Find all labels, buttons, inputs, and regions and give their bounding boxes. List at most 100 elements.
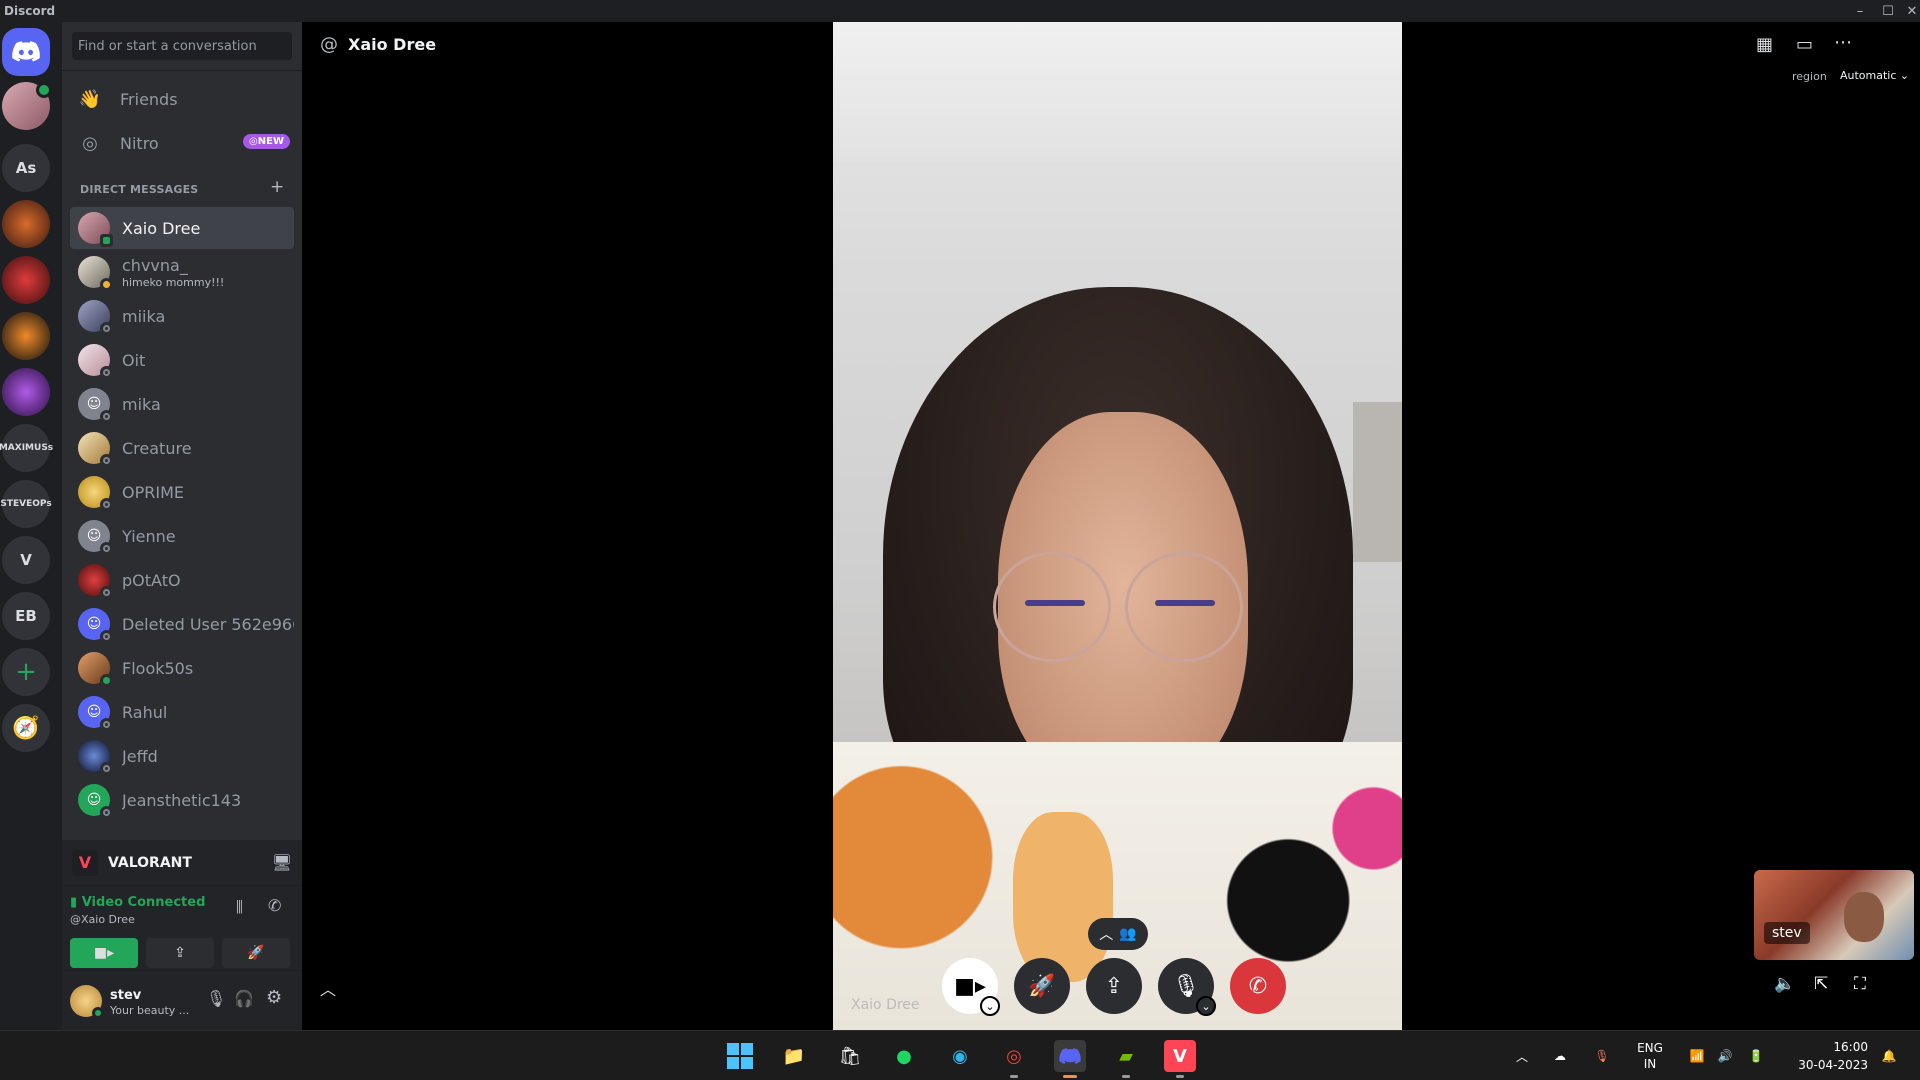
file-explorer-icon[interactable]: 📁 (778, 1040, 810, 1072)
nitro-icon: ◎ (82, 132, 98, 154)
friends-link[interactable]: 👋 Friends (70, 79, 294, 119)
mute-call-button[interactable]: 🎙 ⌄ (1158, 958, 1216, 1016)
mic-options-chevron[interactable]: ⌄ (1196, 996, 1216, 1016)
dm-item-flook50s[interactable]: Flook50s (70, 647, 294, 689)
camera-options-chevron[interactable]: ⌄ (980, 996, 1000, 1016)
close-window-button[interactable]: ✕ (1898, 0, 1920, 22)
grid-view-button[interactable]: ▦ (1756, 34, 1773, 55)
start-button[interactable] (724, 1040, 756, 1072)
add-server-button[interactable]: + (2, 648, 50, 696)
clock[interactable]: 16:00 30-04-2023 (1778, 1031, 1868, 1080)
screen-share-icon: ⇪ (174, 945, 186, 961)
fullscreen-button[interactable]: ⛶ (1854, 974, 1866, 994)
dm-item-potato[interactable]: pOtAtO (70, 559, 294, 601)
game-activity-panel: V VALORANT 🖥 (62, 840, 302, 886)
server-as[interactable]: As (2, 144, 50, 192)
gear-icon: ⚙ (266, 987, 283, 1008)
chrome-icon[interactable]: ◎ (998, 1040, 1030, 1072)
mute-button[interactable]: 🎙 (206, 989, 226, 1008)
friends-icon: 👋 (78, 88, 102, 110)
activities-call-button[interactable]: 🚀 (1014, 958, 1070, 1014)
avatar: ☺ (78, 520, 113, 555)
hang-up-icon: ✆ (1248, 973, 1268, 999)
toggle-camera-button[interactable]: ■▸ (70, 938, 138, 968)
voice-connection-panel: ▮ Video Connected @Xaio Dree ⫼ ✆ ■▸ ⇪ 🚀 (62, 886, 302, 970)
activities-button[interactable]: 🚀 (222, 938, 290, 968)
server-purple[interactable] (2, 368, 50, 416)
volume-tray-icon[interactable]: 🔊 (1714, 1031, 1736, 1080)
dm-item-chvvna[interactable]: chvvna_ himeko mommy!!! (70, 251, 294, 293)
region-select[interactable]: Automatic ⌄ (1840, 69, 1909, 82)
expand-chat-button[interactable]: ︿ (320, 976, 336, 1000)
nitro-link[interactable]: ◎ Nitro ◎NEW (70, 123, 294, 163)
stream-game-button[interactable]: 🖥 (272, 853, 292, 872)
connection-status: ▮ Video Connected (70, 895, 206, 910)
dm-item-jeansthetic143[interactable]: ☺ Jeansthetic143 (70, 779, 294, 821)
noise-suppression-button[interactable]: ⫼ (236, 898, 243, 916)
screen-share-icon: ⇪ (1104, 973, 1124, 999)
nvidia-icon[interactable]: ▰ (1110, 1040, 1142, 1072)
popout-button[interactable]: ⇱ (1814, 974, 1828, 994)
share-screen-button[interactable]: ⇪ (146, 938, 214, 968)
battery-icon[interactable]: 🔋 (1744, 1031, 1768, 1080)
notification-icon[interactable]: 🔔 (1874, 1031, 1904, 1080)
call-header: @ Xaio Dree (320, 34, 436, 55)
edge-icon[interactable]: ◉ (944, 1040, 976, 1072)
dm-item-jeffd[interactable]: Jeffd (70, 735, 294, 777)
leave-call-button[interactable]: ✆ (1230, 958, 1286, 1014)
dm-item-yienne[interactable]: ☺ Yienne (70, 515, 294, 557)
connection-target: @Xaio Dree (70, 913, 135, 926)
microphone-in-use-icon[interactable]: 🎙 (1590, 1031, 1614, 1080)
server-flame[interactable] (2, 312, 50, 360)
user-panel: stev Your beauty ... 🎙 🎧 ⚙ (62, 970, 302, 1030)
language-indicator[interactable]: ENG IN (1630, 1031, 1670, 1080)
spotify-icon[interactable]: ● (888, 1040, 920, 1072)
deafen-button[interactable]: 🎧 (234, 989, 254, 1008)
server-eb[interactable]: EB (2, 592, 50, 640)
dm-item-deleted-user[interactable]: ☺ Deleted User 562e966c (70, 603, 294, 645)
show-hidden-icons-button[interactable]: ︿ (1512, 1031, 1532, 1080)
discord-taskbar-icon[interactable] (1054, 1040, 1086, 1072)
server-v[interactable]: V (2, 536, 50, 584)
dm-item-mika[interactable]: ☺ mika (70, 383, 294, 425)
dm-item-creature[interactable]: Creature (70, 427, 294, 469)
store-icon[interactable]: 🛍 (834, 1040, 866, 1072)
dm-item-miika[interactable]: miika (70, 295, 294, 337)
valorant-taskbar-icon[interactable]: V (1164, 1040, 1196, 1072)
fullscreen-icon: ⛶ (1854, 974, 1866, 994)
create-dm-button[interactable]: + (270, 177, 284, 197)
discord-default-avatar-icon: ☺ (86, 792, 102, 808)
camera-toggle-button[interactable]: ■▸ ⌄ (942, 958, 1000, 1016)
remote-video-tile[interactable]: Xaio Dree (833, 22, 1402, 1030)
dm-avatar-quick[interactable] (2, 82, 52, 130)
explore-servers-button[interactable]: 🧭 (2, 704, 50, 752)
headphones-icon: 🎧 (234, 989, 254, 1008)
onedrive-icon[interactable]: ☁ (1548, 1031, 1572, 1080)
dm-item-rahul[interactable]: ☺ Rahul (70, 691, 294, 733)
server-rog[interactable] (2, 256, 50, 304)
dm-item-oprime[interactable]: OPRIME (70, 471, 294, 513)
volume-button[interactable]: 🔈 (1774, 974, 1795, 994)
disconnect-button[interactable]: ✆ (268, 896, 281, 915)
avatar (78, 476, 113, 511)
dm-item-xaio-dree[interactable]: Xaio Dree (70, 207, 294, 249)
popout-view-button[interactable]: ▭ (1796, 34, 1813, 55)
avatar (78, 740, 113, 775)
avatar[interactable] (70, 985, 104, 1019)
wifi-icon[interactable]: 📶 (1686, 1031, 1708, 1080)
home-button[interactable] (2, 28, 50, 76)
self-video-tile[interactable]: stev (1754, 870, 1914, 960)
avatar (78, 652, 113, 687)
server-steveops[interactable]: STEVEOPs (0, 480, 52, 528)
server-hardcore[interactable] (2, 200, 50, 248)
minimize-button[interactable]: – (1846, 0, 1874, 22)
microphone-icon: 🎙 (206, 989, 227, 1008)
settings-button[interactable]: ⚙ (266, 987, 282, 1008)
dm-item-oit[interactable]: Oit (70, 339, 294, 381)
rocket-icon: 🚀 (247, 945, 265, 961)
conversation-search[interactable]: Find or start a conversation (72, 32, 292, 60)
participants-toggle[interactable]: ︿ 👥 (1088, 918, 1148, 950)
more-options-button[interactable]: ⋯ (1834, 32, 1852, 53)
screen-share-call-button[interactable]: ⇪ (1086, 958, 1142, 1014)
server-maximus[interactable]: MAXIMUSs (0, 424, 53, 472)
